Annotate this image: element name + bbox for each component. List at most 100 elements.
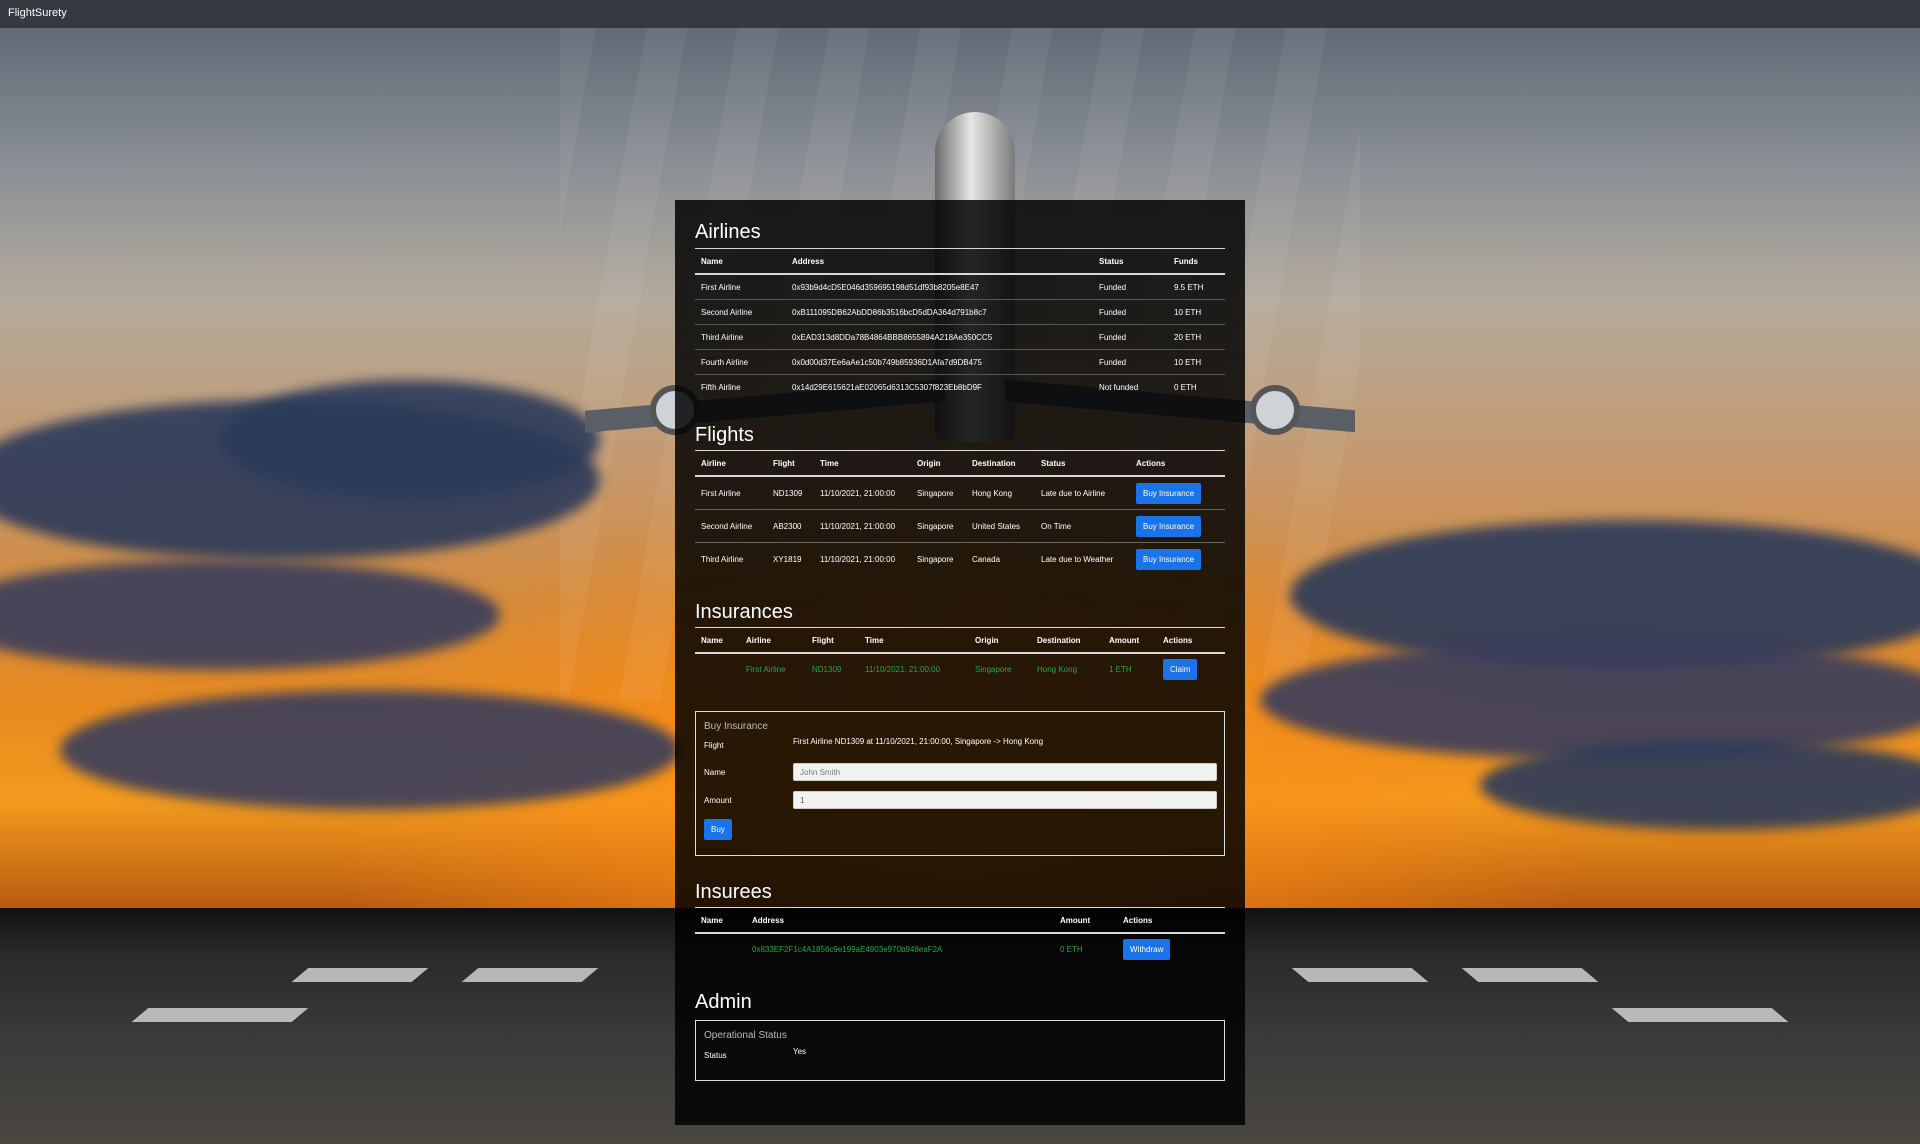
table-row: Second Airline AB2300 11/10/2021, 21:00:… (695, 509, 1225, 543)
amount-input[interactable] (793, 791, 1217, 809)
flight-destination: United States (966, 509, 1035, 543)
buy-insurance-button[interactable]: Buy Insurance (1136, 482, 1202, 504)
flight-airline: First Airline (701, 488, 741, 498)
flight-actions: Buy Insurance (1130, 476, 1225, 510)
table-row: Fourth Airline 0x0d00d37Ee6aAe1c50b749b8… (695, 349, 1225, 375)
flight-origin: Singapore (917, 488, 954, 498)
insurees-title: Insurees (695, 881, 772, 903)
airline-status: Funded (1093, 324, 1168, 350)
withdraw-button[interactable]: Withdraw (1123, 938, 1171, 960)
airline-funds: 20 ETH (1168, 324, 1225, 350)
column-header: Actions (1117, 907, 1225, 934)
table-row: Fifth Airline 0x14d29E615621aE02065d6313… (695, 375, 1225, 400)
selected-flight-value: First Airline ND1309 at 11/10/2021, 21:0… (793, 737, 1044, 746)
airline-status: Funded (1093, 349, 1168, 375)
airlines-table: Name Address Status Funds First Airline … (695, 248, 1225, 399)
insurance-actions: Claim (1157, 653, 1225, 684)
runway-marking (131, 1008, 309, 1022)
flight-number: ND1309 (773, 488, 803, 498)
amount-label: Amount (704, 796, 732, 805)
flight-time: 11/10/2021, 21:00:00 (820, 488, 896, 498)
admin-title: Admin (695, 991, 752, 1013)
name-label: Name (704, 768, 726, 777)
insurees-table: Name Address Amount Actions 0x833EF2F1c4… (695, 907, 1225, 964)
table-header-row: Airline Flight Time Origin Destination S… (695, 450, 1225, 477)
table-row: First Airline ND1309 11/10/2021, 21:00:0… (695, 653, 1225, 684)
column-header: Name (695, 248, 786, 275)
column-header: Airline (740, 627, 806, 654)
column-header: Flight (767, 450, 814, 477)
column-header: Status (1035, 450, 1130, 477)
runway-marking (1461, 968, 1599, 982)
runway-marking (1611, 1008, 1789, 1022)
insurance-airline: First Airline (746, 664, 786, 674)
name-input[interactable] (793, 763, 1217, 781)
airline-funds: 0 ETH (1174, 382, 1197, 392)
runway-marking (461, 968, 599, 982)
insuree-address: 0x833EF2F1c4A1856c9e199aE4903e970b948eaF… (752, 944, 943, 954)
flight-status: Late due to Weather (1035, 542, 1130, 575)
insuree-amount: 0 ETH (1060, 944, 1083, 954)
top-navbar: FlightSurety (0, 0, 1920, 28)
airline-address: 0xEAD313d8DDa78B4864BBB8655894A218Ae350C… (786, 324, 1093, 350)
status-label: Status (704, 1051, 727, 1060)
airline-status: Not funded (1099, 382, 1139, 392)
airline-status: Funded (1093, 274, 1168, 300)
insurance-amount: 1 ETH (1109, 664, 1132, 674)
column-header: Funds (1168, 248, 1225, 275)
column-header: Time (859, 627, 969, 654)
airline-address: 0x0d00d37Ee6aAe1c50b749b85936D1Afa7d9DB4… (786, 349, 1093, 375)
operational-status-legend: Operational Status (704, 1030, 787, 1041)
flight-airline: Third Airline (695, 542, 767, 575)
column-header: Name (695, 627, 740, 654)
runway-marking (291, 968, 429, 982)
airline-name: Third Airline (695, 324, 786, 350)
table-header-row: Name Airline Flight Time Origin Destinat… (695, 627, 1225, 654)
table-row: Second Airline 0xB111095DB62AbDD86b3516b… (695, 299, 1225, 325)
operational-status-value: Yes (793, 1047, 807, 1056)
airline-status: Funded (1093, 299, 1168, 325)
cloud (220, 380, 600, 500)
claim-button[interactable]: Claim (1163, 658, 1198, 680)
buy-insurance-button[interactable]: Buy Insurance (1136, 515, 1202, 537)
buy-insurance-form: Buy Insurance Flight First Airline ND130… (695, 711, 1225, 856)
airline-address: 0xB111095DB62AbDD86b3516bcD5dDA364d791b8… (786, 299, 1093, 325)
column-header: Amount (1103, 627, 1157, 654)
flight-status: On Time (1035, 509, 1130, 543)
flights-table: Airline Flight Time Origin Destination S… (695, 450, 1225, 575)
flight-number: AB2300 (767, 509, 814, 543)
table-header-row: Name Address Amount Actions (695, 907, 1225, 934)
column-header: Address (786, 248, 1093, 275)
airline-name: Second Airline (695, 299, 786, 325)
airline-funds: 10 ETH (1168, 349, 1225, 375)
column-header: Flight (806, 627, 859, 654)
flight-number: XY1819 (767, 542, 814, 575)
insurance-origin: Singapore (975, 664, 1012, 674)
column-header: Origin (969, 627, 1031, 654)
insurances-table: Name Airline Flight Time Origin Destinat… (695, 627, 1225, 684)
flight-actions: Buy Insurance (1130, 542, 1225, 575)
column-header: Origin (911, 450, 966, 477)
airline-address: 0x93b9d4cD5E046d359695198d51df93b8205e8E… (786, 274, 1093, 300)
flight-airline: Second Airline (695, 509, 767, 543)
flight-origin: Singapore (911, 509, 966, 543)
table-row: First Airline ND1309 11/10/2021, 21:00:0… (695, 476, 1225, 510)
brand-link[interactable]: FlightSurety (8, 7, 67, 19)
column-header: Address (746, 907, 1054, 934)
flight-origin: Singapore (911, 542, 966, 575)
column-header: Amount (1054, 907, 1117, 934)
airline-name: Fifth Airline (701, 382, 741, 392)
flight-destination: Canada (966, 542, 1035, 575)
form-legend: Buy Insurance (704, 721, 768, 732)
column-header: Airline (695, 450, 767, 477)
column-header: Status (1093, 248, 1168, 275)
column-header: Time (814, 450, 911, 477)
column-header: Actions (1157, 627, 1225, 654)
buy-insurance-button[interactable]: Buy Insurance (1136, 548, 1202, 570)
airline-name: First Airline (695, 274, 786, 300)
column-header: Destination (966, 450, 1035, 477)
flights-title: Flights (695, 424, 754, 446)
buy-button[interactable]: Buy (704, 819, 732, 840)
table-row: Third Airline 0xEAD313d8DDa78B4864BBB865… (695, 324, 1225, 350)
flight-status: Late due to Airline (1041, 488, 1106, 498)
